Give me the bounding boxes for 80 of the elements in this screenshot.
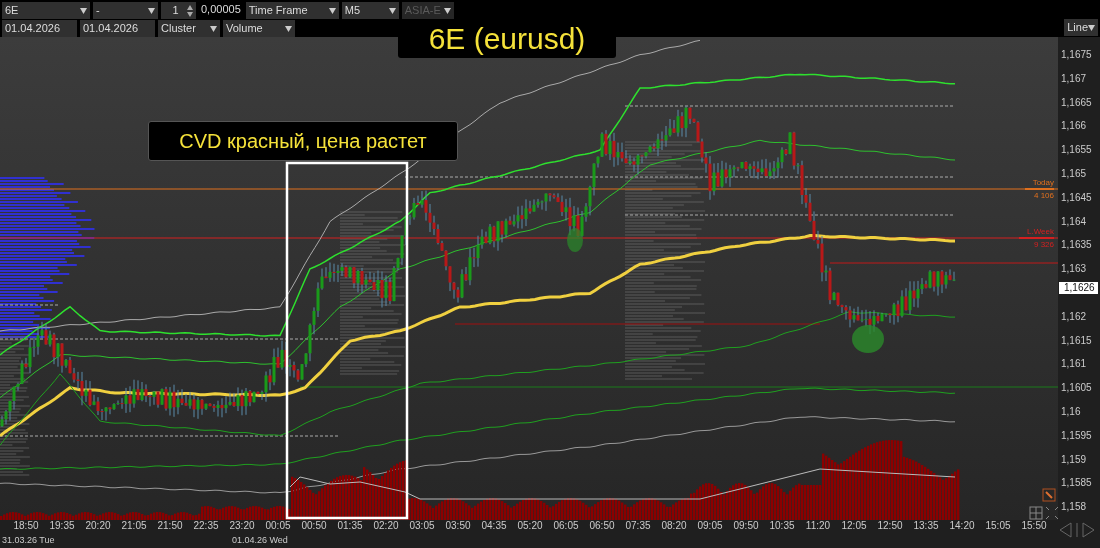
time-tick-label: 04:35 (480, 520, 508, 532)
last-price-tag: 1,1626 (1059, 282, 1098, 295)
input-field[interactable]: 01.04.2026 (80, 20, 155, 37)
price-tick-label: 1,163 (1061, 263, 1087, 276)
level-value: 4 106 (1032, 191, 1054, 201)
caret-icon (443, 7, 451, 14)
dropdown[interactable]: 6E (2, 2, 90, 19)
price-tick-label: 1,1655 (1061, 144, 1092, 157)
tag-icon[interactable] (1042, 488, 1056, 502)
time-tick-label: 12:50 (876, 520, 904, 532)
caret-icon (148, 7, 155, 14)
price-tick-label: 1,1675 (1061, 49, 1092, 61)
price-tick-label: 1,167 (1061, 72, 1087, 85)
dropdown[interactable]: - (93, 2, 158, 19)
time-tick-label: 09:50 (732, 520, 760, 532)
price-tick-label: 1,1645 (1061, 191, 1092, 204)
caret-icon (1088, 24, 1095, 31)
time-tick-label: 12:05 (840, 520, 868, 532)
time-tick-label: 09:05 (696, 520, 724, 532)
date-label: 31.03.26 Tue (2, 535, 55, 546)
number-spinner[interactable]: 1 (161, 2, 196, 19)
time-tick-label: 00:50 (300, 520, 328, 532)
grid-icon[interactable] (1029, 506, 1043, 520)
price-tick-label: 1,1605 (1061, 382, 1092, 395)
time-tick-label: 21:05 (120, 520, 148, 532)
scroll-arrows-icon[interactable] (1059, 522, 1095, 538)
level-label: Today (1024, 178, 1054, 190)
time-tick-label: 21:50 (156, 520, 184, 532)
input-field[interactable]: 01.04.2026 (2, 20, 77, 37)
price-tick-label: 1,1595 (1061, 429, 1092, 442)
annotation-text: CVD красный, цена растет (148, 121, 458, 161)
price-tick-label: 1,161 (1061, 358, 1087, 371)
dropdown[interactable]: Cluster (158, 20, 220, 37)
volume-cluster-blob (852, 325, 884, 353)
dropdown[interactable]: Volume (223, 20, 295, 37)
time-tick-label: 01:35 (336, 520, 364, 532)
time-tick-label: 00:05 (264, 520, 292, 532)
time-tick-label: 03:50 (444, 520, 472, 532)
time-tick-label: 08:20 (660, 520, 688, 532)
price-tick-label: 1,158 (1061, 501, 1087, 514)
time-tick-label: 22:35 (192, 520, 220, 532)
caret-icon (80, 7, 87, 14)
time-tick-label: 03:05 (408, 520, 436, 532)
time-tick-label: 06:50 (588, 520, 616, 532)
caret-icon (328, 7, 336, 14)
price-tick-label: 1,162 (1061, 310, 1087, 323)
time-tick-label: 15:05 (984, 520, 1012, 532)
price-tick-label: 1,159 (1061, 453, 1087, 466)
time-tick-label: 07:35 (624, 520, 652, 532)
time-tick-label: 15:50 (1020, 520, 1048, 532)
price-tick-label: 1,1585 (1061, 477, 1092, 490)
spinner-arrows-icon (187, 4, 193, 17)
time-tick-label: 10:35 (768, 520, 796, 532)
price-tick-label: 1,166 (1061, 120, 1087, 133)
time-tick-label: 19:35 (48, 520, 76, 532)
level-label: L.Week (1019, 227, 1054, 239)
dropdown[interactable]: Line (1064, 19, 1098, 36)
caret-icon (210, 25, 217, 32)
price-tick-label: 1,1615 (1061, 334, 1092, 347)
time-tick-label: 13:35 (912, 520, 940, 532)
caret-icon (388, 7, 396, 14)
dropdown[interactable]: Time Frame (245, 2, 339, 19)
price-tick-label: 1,16 (1061, 406, 1081, 418)
time-tick-label: 23:20 (228, 520, 256, 532)
time-tick-label: 14:20 (948, 520, 976, 532)
time-tick-label: 11:20 (804, 520, 832, 532)
price-tick-label: 1,1665 (1061, 96, 1092, 109)
dropdown[interactable]: M5 (341, 2, 399, 19)
level-value: 9 326 (1032, 240, 1054, 250)
volume-cluster-blob (567, 228, 583, 252)
time-tick-label: 06:05 (552, 520, 580, 532)
date-label: 01.04.26 Wed (232, 535, 288, 546)
time-tick-label: 05:20 (516, 520, 544, 532)
price-tick-label: 1,165 (1061, 168, 1087, 180)
price-tick-label: 1,1635 (1061, 239, 1092, 252)
time-tick-label: 20:20 (84, 520, 112, 532)
caret-icon (285, 25, 292, 32)
price-tick-label: 1,164 (1061, 215, 1087, 228)
time-tick-label: 18:50 (12, 520, 40, 532)
time-tick-label: 02:20 (372, 520, 400, 532)
